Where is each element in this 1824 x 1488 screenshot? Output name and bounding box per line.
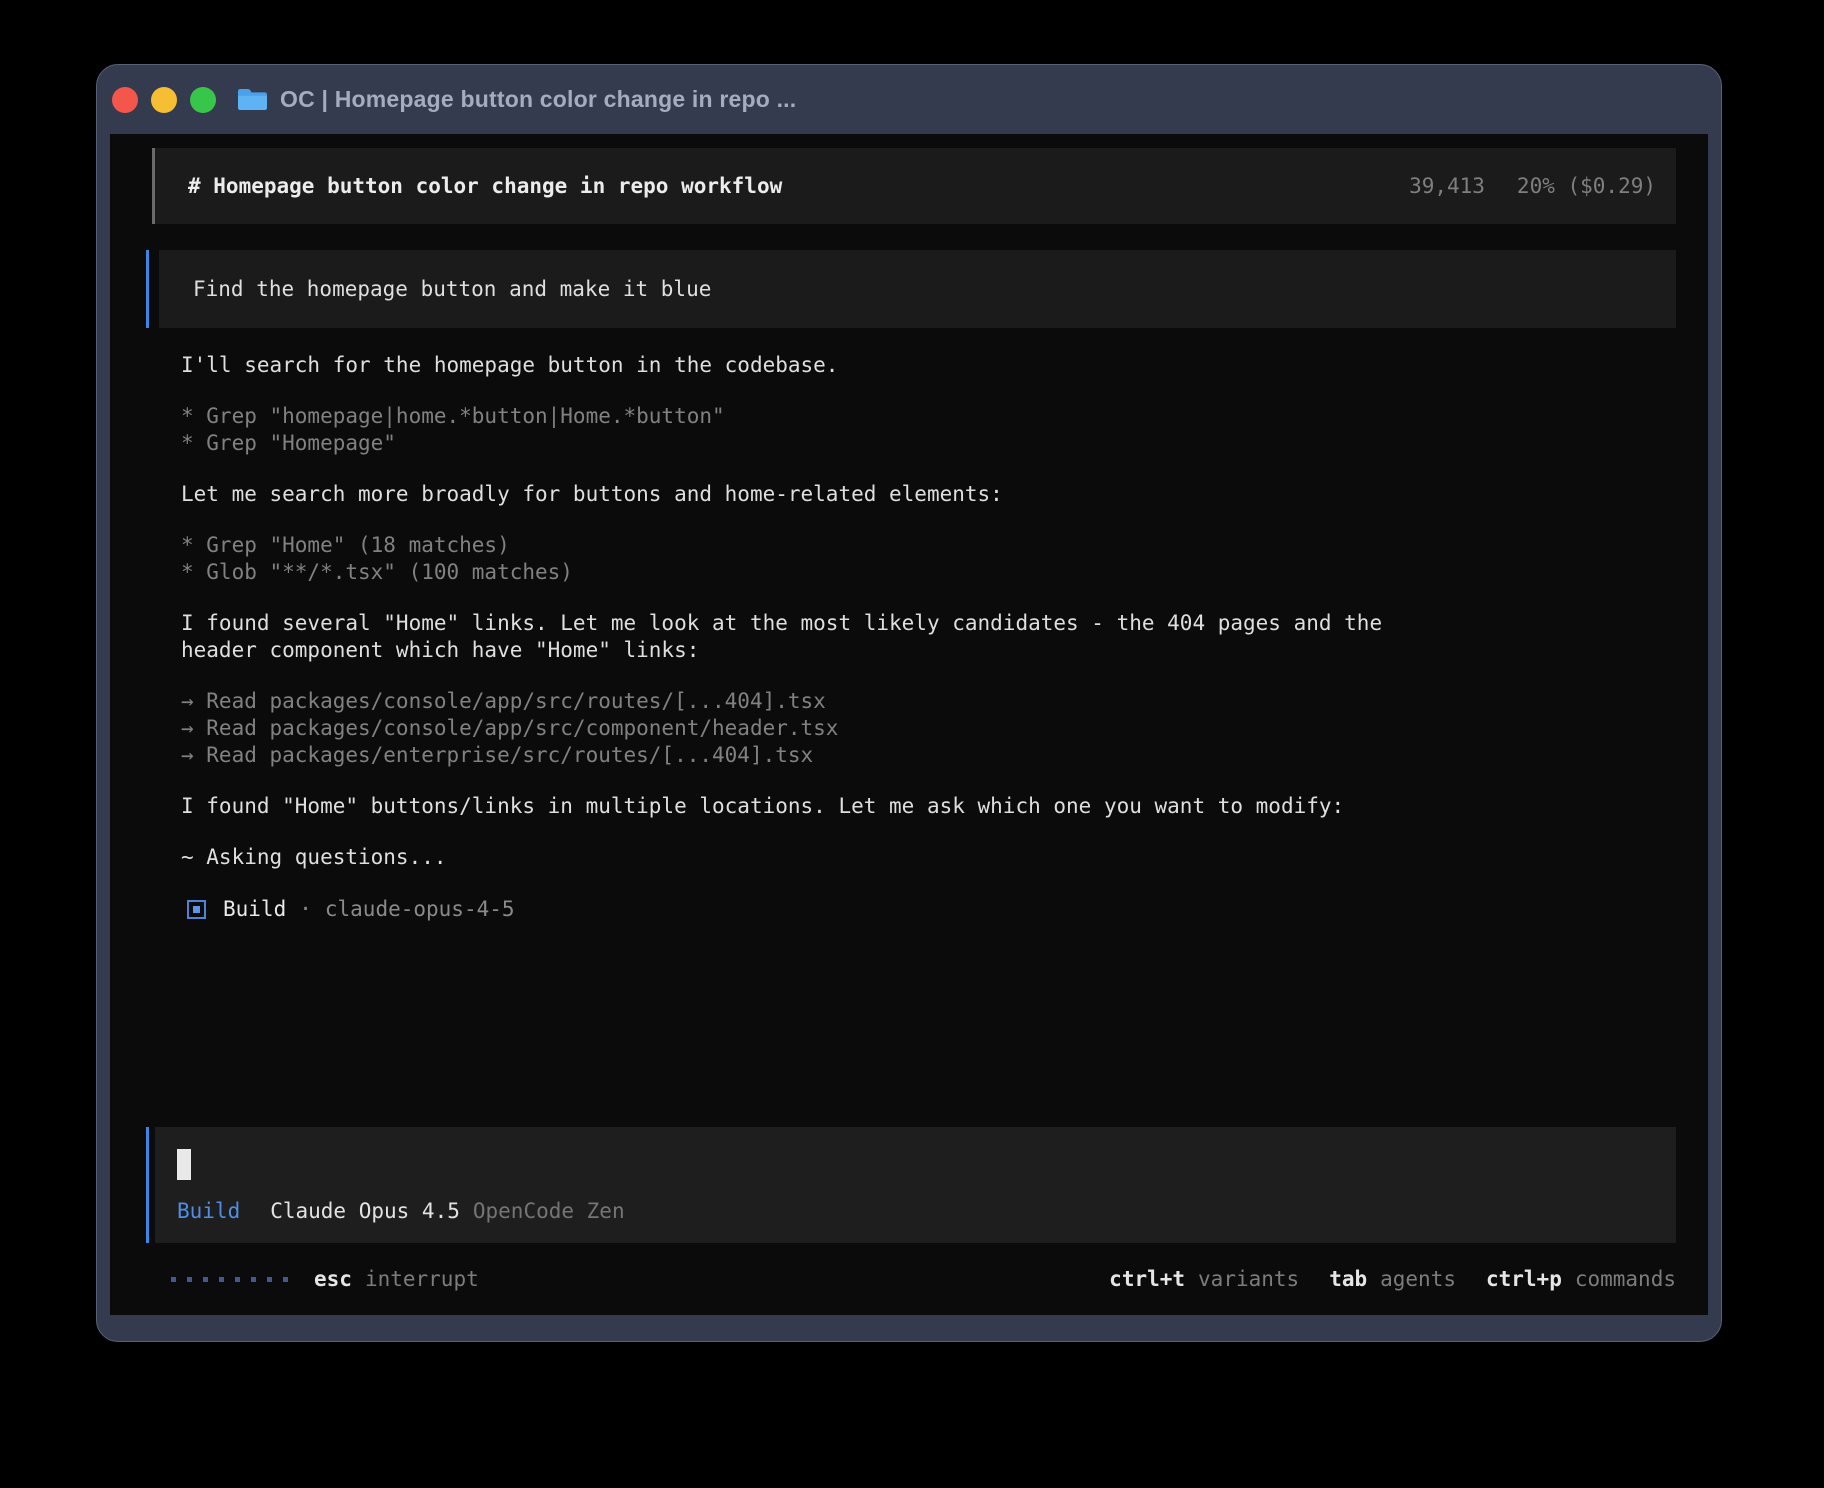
- assistant-text: I'll search for the homepage button in t…: [181, 352, 1431, 379]
- prompt-meta: Build Claude Opus 4.5 OpenCode Zen: [177, 1199, 1648, 1223]
- minimize-button[interactable]: [151, 87, 177, 113]
- prompt-input[interactable]: Build Claude Opus 4.5 OpenCode Zen: [146, 1127, 1676, 1243]
- assistant-text: I found several "Home" links. Let me loo…: [181, 610, 1431, 664]
- esc-key-hint: esc: [314, 1267, 352, 1291]
- assistant-text: Let me search more broadly for buttons a…: [181, 481, 1431, 508]
- agent-status-row: Build · claude-opus-4-5: [181, 897, 1676, 921]
- tool-call-grep: * Grep "Home" (18 matches): [181, 532, 1431, 559]
- input-agent-label[interactable]: Build: [177, 1199, 240, 1223]
- context-cost: 20% ($0.29): [1517, 174, 1656, 198]
- traffic-lights: [112, 87, 216, 113]
- token-count: 39,413: [1409, 174, 1485, 198]
- dots-spinner-icon: [171, 1277, 288, 1282]
- hint-agents: tabagents: [1329, 1267, 1456, 1291]
- terminal-content: # Homepage button color change in repo w…: [110, 134, 1708, 1315]
- prompt-value[interactable]: [177, 1149, 1648, 1180]
- user-message-text: Find the homepage button and make it blu…: [159, 250, 1676, 328]
- esc-key-label: interrupt: [365, 1267, 479, 1291]
- tool-call-read: → Read packages/console/app/src/componen…: [181, 715, 1431, 742]
- terminal-window: OC | Homepage button color change in rep…: [96, 64, 1722, 1342]
- session-header: # Homepage button color change in repo w…: [152, 148, 1676, 224]
- keyboard-hints: ctrl+tvariants tabagents ctrl+pcommands: [1109, 1267, 1676, 1291]
- status-bar: esc interrupt ctrl+tvariants tabagents c…: [146, 1267, 1676, 1291]
- agent-separator: ·: [299, 897, 312, 921]
- input-model-label[interactable]: Claude Opus 4.5: [270, 1199, 460, 1223]
- hint-commands: ctrl+pcommands: [1486, 1267, 1676, 1291]
- input-provider-label: OpenCode Zen: [473, 1199, 625, 1223]
- tool-call-grep: * Grep "Homepage": [181, 430, 1431, 457]
- assistant-text: I found "Home" buttons/links in multiple…: [181, 793, 1431, 820]
- user-message-block: Find the homepage button and make it blu…: [146, 250, 1676, 328]
- close-button[interactable]: [112, 87, 138, 113]
- agent-name: Build: [223, 897, 286, 921]
- folder-icon: [237, 87, 268, 112]
- tool-call-read: → Read packages/enterprise/src/routes/[.…: [181, 742, 1431, 769]
- assistant-response: I'll search for the homepage button in t…: [146, 328, 1676, 921]
- hint-variants: ctrl+tvariants: [1109, 1267, 1299, 1291]
- text-cursor: [177, 1149, 191, 1180]
- tool-call-grep: * Grep "homepage|home.*button|Home.*butt…: [181, 403, 1431, 430]
- session-stats: 39,413 20% ($0.29): [1409, 174, 1656, 198]
- zoom-button[interactable]: [190, 87, 216, 113]
- working-status: ~ Asking questions...: [181, 844, 1431, 871]
- tool-call-glob: * Glob "**/*.tsx" (100 matches): [181, 559, 1431, 586]
- window-title: OC | Homepage button color change in rep…: [280, 86, 796, 113]
- session-title: # Homepage button color change in repo w…: [188, 174, 782, 198]
- titlebar[interactable]: OC | Homepage button color change in rep…: [97, 65, 1721, 134]
- tool-call-read: → Read packages/console/app/src/routes/[…: [181, 688, 1431, 715]
- agent-model: claude-opus-4-5: [325, 897, 515, 921]
- filled-square-icon: [187, 900, 206, 919]
